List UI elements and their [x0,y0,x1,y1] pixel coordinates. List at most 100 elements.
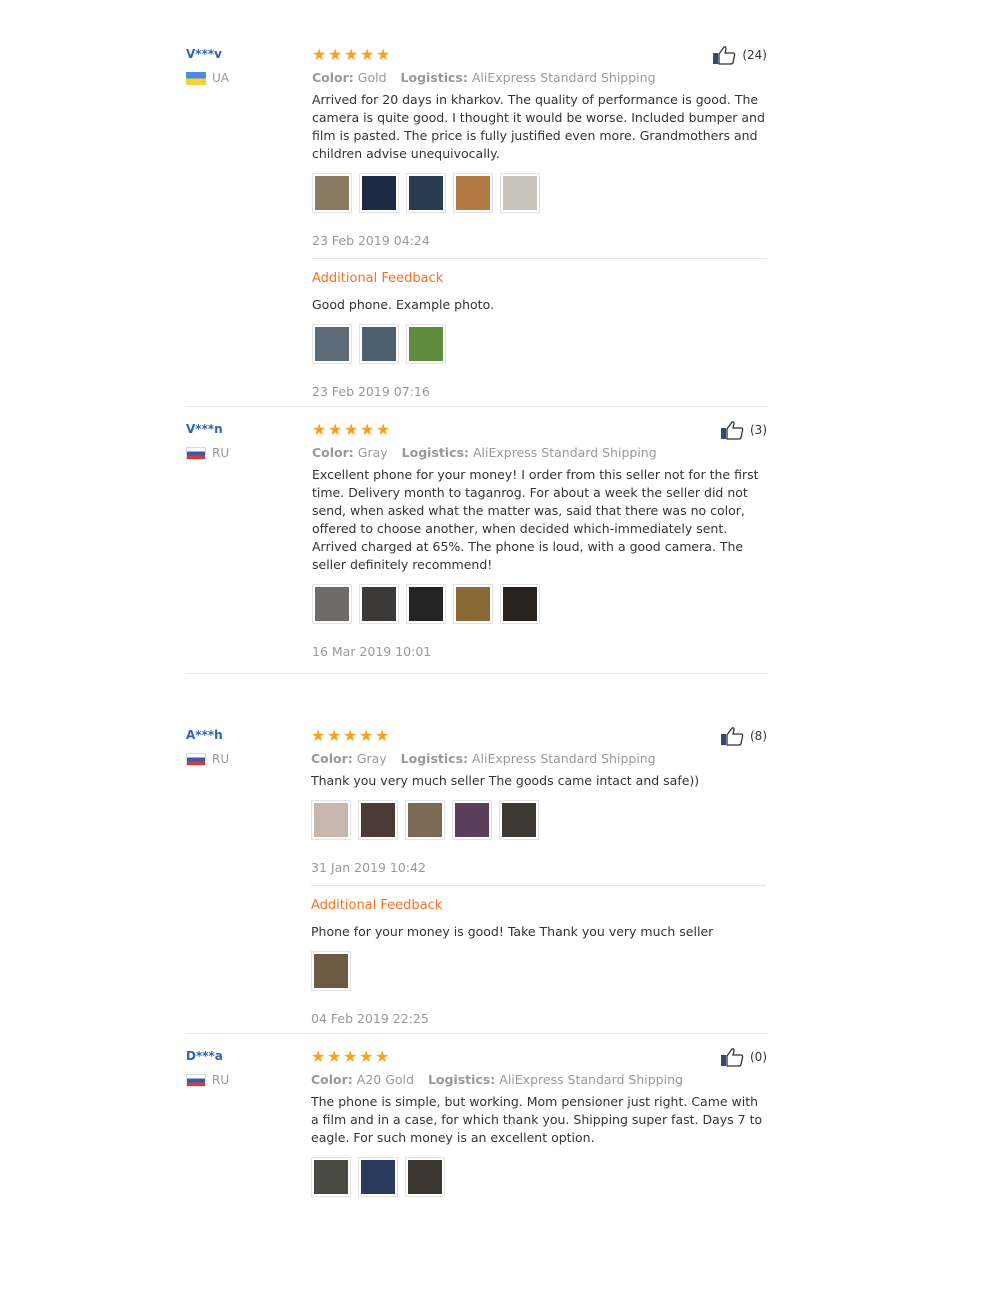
additional-feedback-text: Good phone. Example photo. [312,297,494,312]
country-code: RU [212,1073,230,1087]
star-rating: ★ ★ ★ ★ ★ [312,47,767,63]
review-photo[interactable] [358,1157,398,1197]
color-label: Color: [312,70,354,85]
logistics-value: AliExpress Standard Shipping [499,1072,683,1087]
country-code: UA [212,71,229,85]
star-icon: ★ [311,726,326,745]
review-photos [311,1157,766,1197]
review-date: 23 Feb 2019 04:24 [312,233,430,248]
star-icon: ★ [360,420,375,439]
additional-feedback-date: 04 Feb 2019 22:25 [311,1011,429,1026]
star-icon: ★ [344,45,359,64]
star-icon: ★ [376,45,391,64]
review-photo[interactable] [406,584,446,624]
additional-feedback-text: Phone for your money is good! Take Thank… [311,924,714,939]
review-photo[interactable] [453,173,493,213]
color-value: Gray [356,751,387,766]
review-photos [311,800,766,840]
star-icon: ★ [328,45,343,64]
logistics-value: AliExpress Standard Shipping [472,751,656,766]
order-info: Color: Gray Logistics: AliExpress Standar… [312,445,767,460]
review-photo[interactable] [312,173,352,213]
review-photo[interactable] [359,173,399,213]
order-info: Color: Gold Logistics: AliExpress Standar… [312,70,767,85]
logistics-value: AliExpress Standard Shipping [471,70,656,85]
star-icon: ★ [375,726,390,745]
reviewer-name[interactable]: V***v [186,47,222,61]
additional-feedback-title: Additional Feedback [311,898,443,913]
review-photo[interactable] [452,800,492,840]
divider [186,1033,767,1034]
color-label: Color: [311,1072,353,1087]
star-icon: ★ [375,1047,390,1066]
logistics-label: Logistics: [400,751,469,766]
reviewer-name[interactable]: D***a [186,1049,223,1063]
star-icon: ★ [343,1047,358,1066]
color-value: Gray [357,445,388,460]
additional-photos [312,324,767,364]
review-photo[interactable] [406,324,446,364]
divider [186,673,767,674]
star-icon: ★ [311,1047,326,1066]
reviewer-country: UA [186,71,229,85]
reviewer-country: RU [186,446,229,460]
review-photo[interactable] [359,584,399,624]
review-photo[interactable] [405,1157,445,1197]
star-icon: ★ [344,420,359,439]
star-icon: ★ [312,420,327,439]
review-photo[interactable] [499,800,539,840]
review-photo[interactable] [500,173,540,213]
color-value: Gold [357,70,387,85]
additional-feedback-date: 23 Feb 2019 07:16 [312,384,430,399]
review-photo[interactable] [358,800,398,840]
review-photo[interactable] [359,324,399,364]
flag-ru-icon [186,1073,206,1087]
color-value: A20 Gold [356,1072,414,1087]
additional-photos [311,951,766,991]
star-rating: ★ ★ ★ ★ ★ [311,728,766,744]
review-photos [312,584,767,624]
color-label: Color: [311,751,353,766]
review-photo[interactable] [311,800,351,840]
divider [186,406,767,407]
reviewer-name[interactable]: A***h [186,728,223,742]
review-photo[interactable] [312,324,352,364]
review-photo[interactable] [406,173,446,213]
review-photo[interactable] [311,1157,351,1197]
flag-ru-icon [186,446,206,460]
reviewer-name[interactable]: V***n [186,422,223,436]
star-rating: ★ ★ ★ ★ ★ [311,1049,766,1065]
star-icon: ★ [312,45,327,64]
review-photo[interactable] [311,951,351,991]
flag-ru-icon [186,752,206,766]
country-code: RU [212,752,230,766]
star-rating: ★ ★ ★ ★ ★ [312,422,767,438]
star-icon: ★ [327,1047,342,1066]
review-text: Excellent phone for your money! I order … [312,467,759,572]
review-photo[interactable] [500,584,540,624]
star-icon: ★ [359,726,374,745]
star-icon: ★ [359,1047,374,1066]
review-photo[interactable] [405,800,445,840]
order-info: Color: Gray Logistics: AliExpress Standar… [311,751,766,766]
review-text: Thank you very much seller The goods cam… [311,773,700,788]
review-body: ★ ★ ★ ★ ★ Color: Gray Logistics: AliExpress S… [312,422,767,659]
review-text: The phone is simple, but working. Mom pe… [311,1094,763,1145]
color-label: Color: [312,445,354,460]
review-date: 31 Jan 2019 10:42 [311,860,426,875]
additional-feedback-title: Additional Feedback [312,271,444,286]
divider [312,258,767,259]
star-icon: ★ [327,726,342,745]
star-icon: ★ [376,420,391,439]
review-photo[interactable] [312,584,352,624]
flag-ua-icon [186,71,206,85]
review-body: ★ ★ ★ ★ ★ Color: Gray Logistics: AliExpress S… [311,728,766,1026]
logistics-label: Logistics: [400,70,468,85]
star-icon: ★ [360,45,375,64]
divider [311,885,766,886]
reviewer-country: RU [186,752,229,766]
star-icon: ★ [328,420,343,439]
review-photo[interactable] [453,584,493,624]
logistics-label: Logistics: [401,445,470,460]
reviewer-country: RU [186,1073,229,1087]
